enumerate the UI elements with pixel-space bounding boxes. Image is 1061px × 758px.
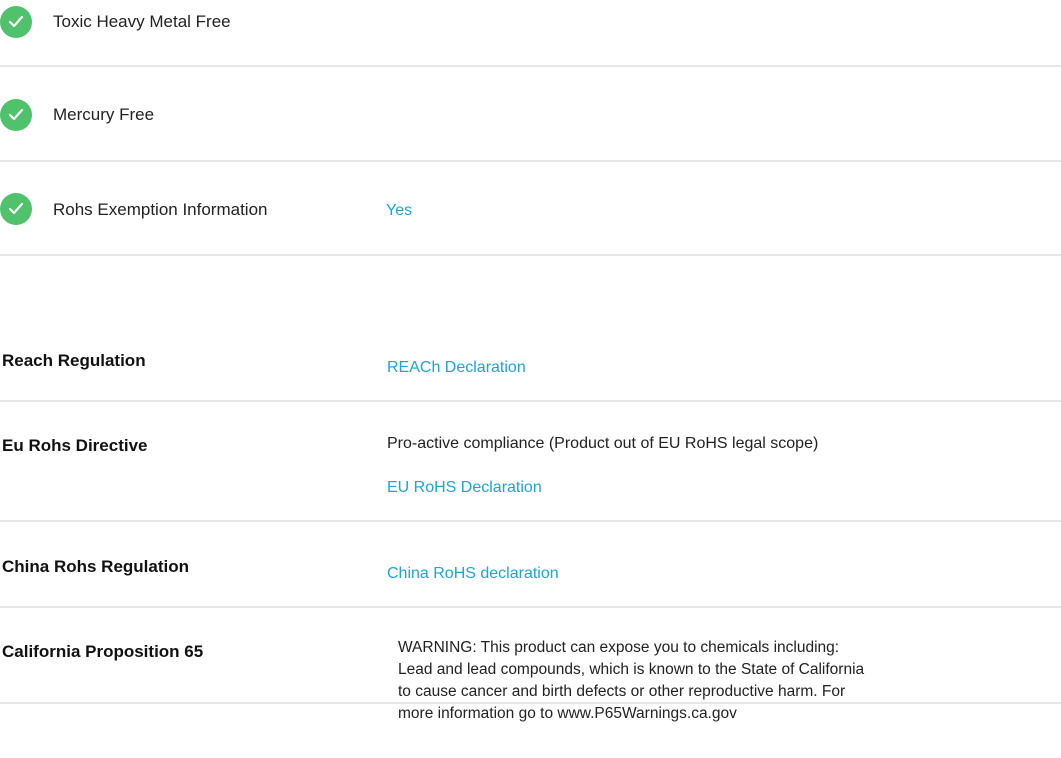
regulation-label: China Rohs Regulation (2, 557, 189, 576)
prop65-warning-text: WARNING: This product can expose you to … (398, 639, 865, 722)
regulation-row-china-rohs: China Rohs Regulation China RoHS declara… (0, 522, 1061, 608)
compliance-label: Mercury Free (53, 105, 155, 124)
compliance-label: Toxic Heavy Metal Free (53, 12, 231, 31)
compliance-row-toxic-heavy-metal: Toxic Heavy Metal Free (0, 0, 1061, 67)
check-circle-icon (0, 6, 32, 38)
compliance-label: Rohs Exemption Information (53, 200, 268, 219)
compliance-value: Yes (386, 202, 413, 219)
eu-rohs-declaration-link[interactable]: EU RoHS Declaration (387, 479, 542, 497)
regulation-label: Reach Regulation (2, 351, 146, 370)
china-rohs-declaration-link[interactable]: China RoHS declaration (387, 565, 559, 583)
reach-declaration-link[interactable]: REACh Declaration (387, 359, 526, 377)
regulation-row-eu-rohs: Eu Rohs Directive Pro-active compliance … (0, 402, 1061, 522)
compliance-row-rohs-exemption: Rohs Exemption Information Yes (0, 161, 1061, 256)
compliance-row-mercury: Mercury Free (0, 67, 1061, 162)
eu-rohs-compliance-text: Pro-active compliance (Product out of EU… (387, 435, 819, 452)
regulation-row-reach: Reach Regulation REACh Declaration (0, 320, 1061, 402)
check-circle-icon (0, 193, 32, 225)
regulation-label: Eu Rohs Directive (2, 436, 148, 455)
regulation-row-prop65: California Proposition 65 WARNING: This … (0, 608, 1061, 722)
check-circle-icon (0, 99, 32, 131)
regulation-label: California Proposition 65 (2, 642, 204, 661)
